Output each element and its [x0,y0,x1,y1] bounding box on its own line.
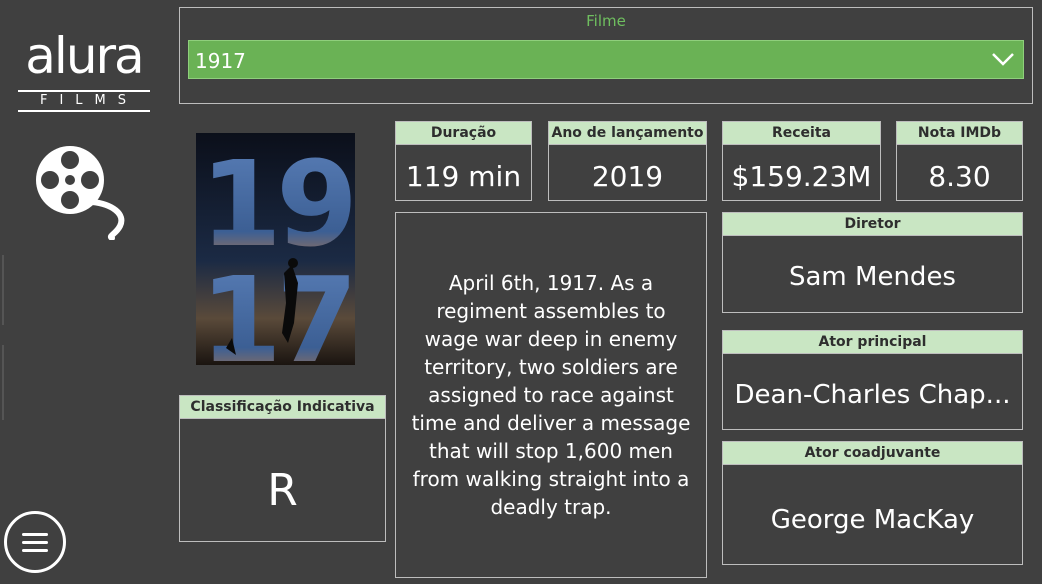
menu-line [22,548,48,552]
imdb-value: 8.30 [928,160,991,193]
rating-value: R [267,466,298,516]
movie-poster: 19 17 [196,133,355,365]
supporting-actor-value: George MacKay [770,505,975,535]
left-edge-line [2,255,4,325]
rating-card: Classificação Indicativa R [179,395,386,542]
supporting-actor-label: Ator coadjuvante [723,442,1022,465]
lead-actor-value: Dean-Charles Chap... [734,380,1011,410]
duration-label: Duração [396,122,531,145]
movie-filter: Filme 1917 [179,7,1033,104]
supporting-actor-card: Ator coadjuvante George MacKay [722,441,1023,565]
lead-actor-card: Ator principal Dean-Charles Chap... [722,330,1023,430]
revenue-value: $159.23M [731,160,872,193]
menu-line [22,532,48,536]
logo-wordmark: alura [25,27,144,85]
plot-text: April 6th, 1917. As a regiment assembles… [411,271,691,519]
film-reel-icon [36,146,125,240]
release-year-card: Ano de lançamento 2019 [548,121,707,201]
lead-actor-label: Ator principal [723,331,1022,354]
left-edge-line [2,345,4,420]
release-year-value: 2019 [591,160,664,193]
poster-title-bottom: 17 [200,251,352,365]
menu-line [22,540,48,544]
imdb-label: Nota IMDb [897,122,1022,145]
chevron-down-icon[interactable] [991,50,1015,68]
revenue-card: Receita $159.23M [722,121,881,201]
menu-button[interactable] [4,511,66,573]
plot-card: April 6th, 1917. As a regiment assembles… [395,212,707,578]
poster-image: 19 17 [196,133,355,365]
duration-value: 119 min [405,160,522,193]
filter-title: Filme [586,12,626,30]
duration-card: Duração 119 min [395,121,532,201]
logo-subtitle: FILMS [18,90,150,112]
director-label: Diretor [723,213,1022,236]
director-value: Sam Mendes [789,262,956,292]
selected-movie: 1917 [195,49,246,73]
movie-select[interactable]: 1917 [188,40,1024,79]
release-year-label: Ano de lançamento [549,122,706,145]
rating-label: Classificação Indicativa [180,396,385,419]
imdb-card: Nota IMDb 8.30 [896,121,1023,201]
revenue-label: Receita [723,122,880,145]
director-card: Diretor Sam Mendes [722,212,1023,313]
